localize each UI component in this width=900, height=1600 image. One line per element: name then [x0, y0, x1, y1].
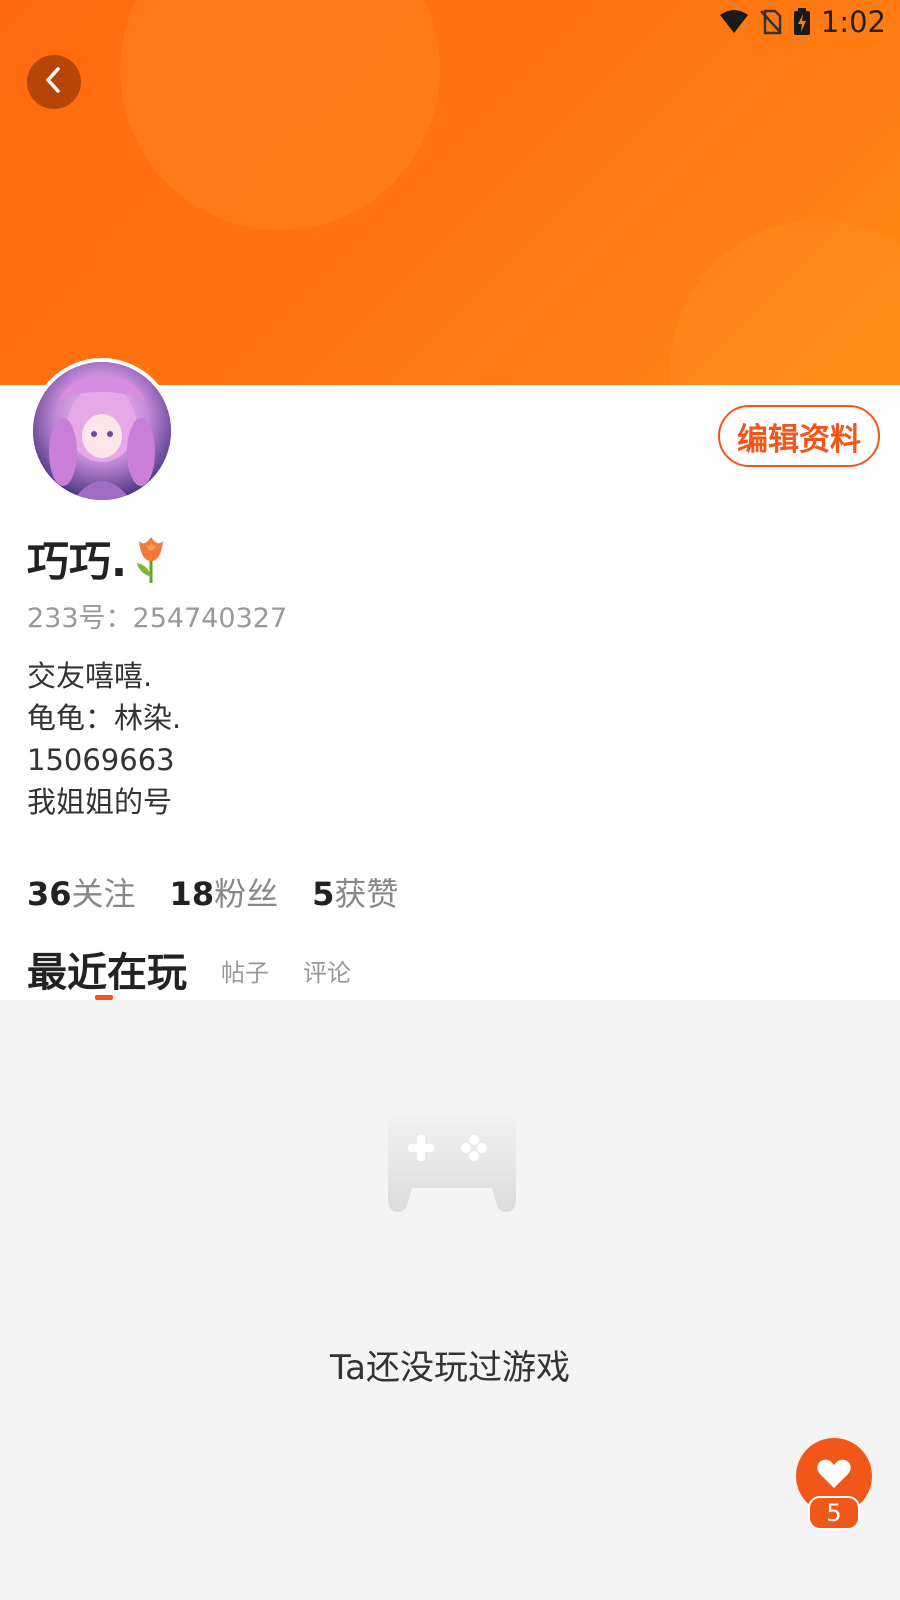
tab-posts[interactable]: 帖子 [221, 953, 269, 998]
stat-label: 关注 [71, 875, 136, 913]
stat-value: 36 [27, 875, 72, 913]
stat-value: 18 [169, 875, 215, 913]
bio-line: 我姐姐的号 [27, 785, 173, 819]
battery-charging-icon [793, 8, 811, 36]
profile-stats: 36关注 18粉丝 5获赞 [27, 869, 398, 915]
bio-line: 交友嘻嘻. [27, 659, 153, 693]
status-time: 1:02 [820, 5, 886, 39]
bio-line: 龟龟：林染. [27, 701, 182, 735]
stat-following[interactable]: 36关注 [27, 869, 136, 915]
empty-state-message: Ta还没玩过游戏 [330, 1348, 570, 1388]
tulip-icon [131, 533, 171, 585]
stat-value: 5 [312, 875, 335, 913]
bio: 交友嘻嘻. 龟龟：林染. 15069663 我姐姐的号 [27, 655, 181, 823]
avatar[interactable] [29, 358, 175, 504]
tab-comments[interactable]: 评论 [303, 953, 351, 998]
user-id: 233号：254740327 [27, 603, 288, 634]
no-sim-icon [759, 9, 783, 35]
profile-tabs: 最近在玩 帖子 评论 [27, 940, 351, 998]
stat-fans[interactable]: 18粉丝 [170, 869, 279, 915]
stat-label: 粉丝 [214, 875, 279, 913]
chevron-left-icon [42, 66, 66, 98]
like-count-badge: 5 [808, 1496, 860, 1530]
header-decoration [120, 0, 440, 230]
stat-likes[interactable]: 5获赞 [312, 869, 398, 915]
tab-recently-played[interactable]: 最近在玩 [27, 940, 187, 998]
header-decoration [670, 220, 900, 385]
bio-line: 15069663 [27, 743, 175, 777]
wifi-icon [719, 9, 749, 35]
profile-header-banner: 1:02 [0, 0, 900, 385]
gamepad-icon [362, 1088, 542, 1248]
nickname: 巧巧. [27, 528, 171, 589]
back-button[interactable] [27, 55, 81, 109]
stat-label: 获赞 [334, 875, 399, 913]
nickname-text: 巧巧. [27, 537, 127, 586]
heart-icon [816, 1458, 852, 1494]
tab-active-indicator [95, 995, 113, 1000]
status-bar: 1:02 [719, 4, 886, 40]
edit-profile-button[interactable]: 编辑资料 [718, 405, 880, 467]
